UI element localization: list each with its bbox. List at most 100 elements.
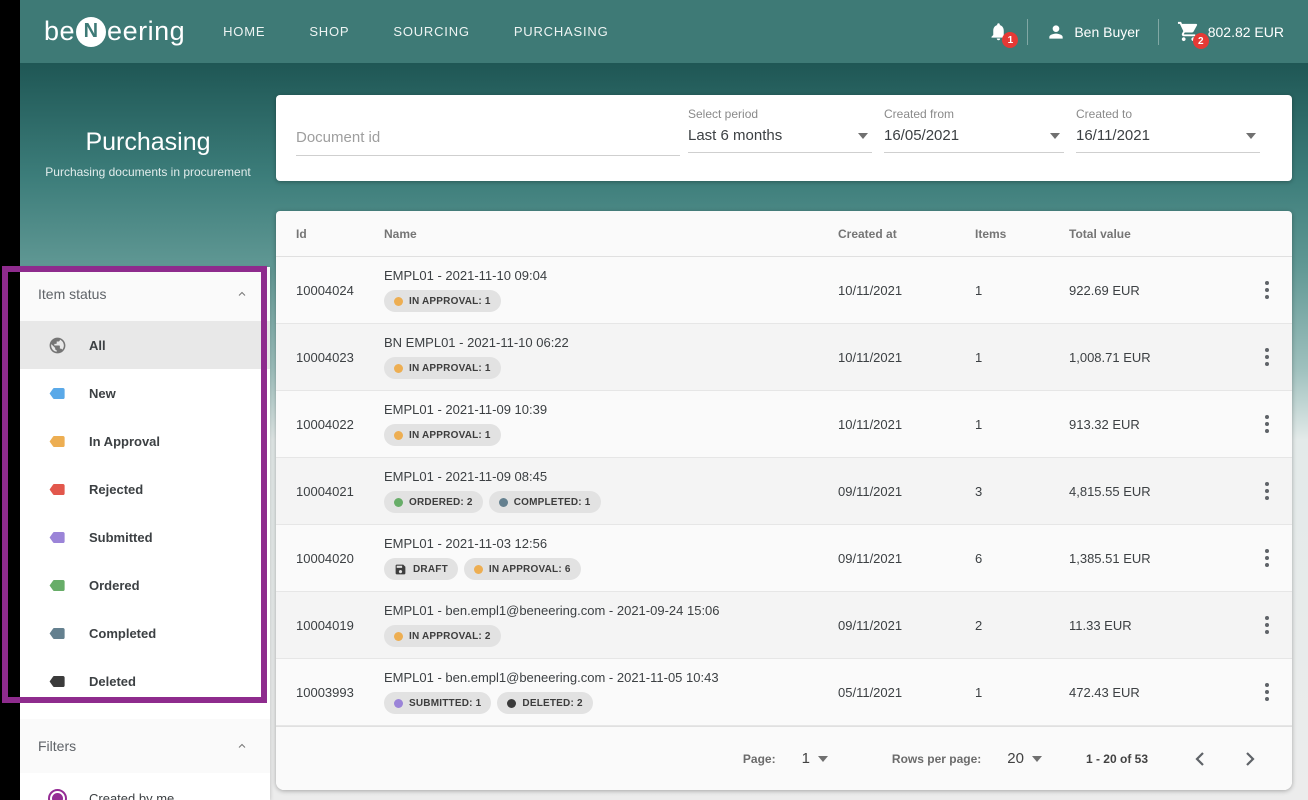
sidebar-item-submitted[interactable]: Submitted: [20, 513, 270, 561]
table-row[interactable]: 10004020 EMPL01 - 2021-11-03 12:56 DRAFT…: [276, 525, 1292, 592]
sidebar-item-new[interactable]: New: [20, 369, 270, 417]
hero: Purchasing Purchasing documents in procu…: [20, 128, 276, 179]
tag-icon: [48, 480, 67, 499]
nav-item-purchasing[interactable]: PURCHASING: [514, 24, 609, 39]
status-chip-label: DELETED: 2: [522, 698, 582, 709]
table-row[interactable]: 10004022 EMPL01 - 2021-11-09 10:39 IN AP…: [276, 391, 1292, 458]
row-total-value: 472.43 EUR: [1069, 685, 1241, 700]
beneering-logo[interactable]: be N eering: [44, 16, 185, 47]
sidebar-item-label: Ordered: [89, 578, 140, 593]
sidebar-item-deleted[interactable]: Deleted: [20, 657, 270, 705]
next-page-button[interactable]: [1238, 747, 1262, 771]
tag-icon: [48, 624, 67, 643]
chevron-up-icon: [236, 288, 248, 300]
sidebar-item-label: New: [89, 386, 116, 401]
page-label: Page:: [743, 752, 776, 766]
row-name: EMPL01 - 2021-11-09 10:39: [384, 402, 828, 417]
row-actions-menu-icon[interactable]: [1259, 677, 1275, 707]
created-to-label: Created to: [1076, 107, 1260, 121]
created-from-select[interactable]: 16/05/2021: [884, 127, 1064, 153]
notifications-button[interactable]: 1: [988, 21, 1009, 42]
document-id-input[interactable]: [296, 125, 680, 156]
table-row[interactable]: 10004019 EMPL01 - ben.empl1@beneering.co…: [276, 592, 1292, 659]
cart-total: 802.82 EUR: [1208, 24, 1284, 40]
row-total-value: 11.33 EUR: [1069, 618, 1241, 633]
nav-item-home[interactable]: HOME: [223, 24, 265, 39]
status-chip-label: DRAFT: [413, 564, 448, 575]
row-created-at: 09/11/2021: [838, 551, 975, 566]
search-filter-card: Select period Last 6 months Created from…: [276, 95, 1292, 181]
column-header-name: Name: [384, 227, 838, 241]
draft-save-icon: [394, 563, 407, 576]
user-menu-button[interactable]: Ben Buyer: [1046, 22, 1139, 42]
row-created-at: 09/11/2021: [838, 484, 975, 499]
status-dot-icon: [394, 632, 403, 641]
row-chips: IN APPROVAL: 1: [384, 290, 828, 312]
created-to-select[interactable]: 16/11/2021: [1076, 127, 1260, 153]
page-select[interactable]: 1: [802, 750, 832, 767]
row-actions-menu-icon[interactable]: [1259, 409, 1275, 439]
logo-suffix: eering: [107, 16, 185, 47]
status-chip: COMPLETED: 1: [489, 491, 601, 513]
tag-icon: [48, 432, 67, 451]
row-chips: IN APPROVAL: 1: [384, 357, 828, 379]
navbar-right: 1 Ben Buyer 2 802.82 EUR: [988, 19, 1308, 45]
status-dot-icon: [394, 699, 403, 708]
table-row[interactable]: 10003993 EMPL01 - ben.empl1@beneering.co…: [276, 659, 1292, 726]
status-dot-icon: [394, 364, 403, 373]
row-actions-menu-icon[interactable]: [1259, 342, 1275, 372]
sidebar-item-label: Submitted: [89, 530, 153, 545]
row-actions-menu-icon[interactable]: [1259, 610, 1275, 640]
sidebar-item-completed[interactable]: Completed: [20, 609, 270, 657]
sidebar-item-ordered[interactable]: Ordered: [20, 561, 270, 609]
status-chip-label: COMPLETED: 1: [514, 497, 591, 508]
row-actions-menu-icon[interactable]: [1259, 476, 1275, 506]
row-total-value: 1,008.71 EUR: [1069, 350, 1241, 365]
status-chip: DRAFT: [384, 558, 458, 580]
row-created-at: 10/11/2021: [838, 417, 975, 432]
status-chip-label: IN APPROVAL: 2: [409, 631, 491, 642]
sidebar-item-in-approval[interactable]: In Approval: [20, 417, 270, 465]
cart-badge: 2: [1193, 33, 1209, 49]
status-chip-label: SUBMITTED: 1: [409, 698, 481, 709]
rows-per-page-select[interactable]: 20: [1007, 750, 1046, 767]
nav-item-sourcing[interactable]: SOURCING: [393, 24, 469, 39]
row-chips: ORDERED: 2 COMPLETED: 1: [384, 491, 828, 513]
tag-icon: [48, 576, 67, 595]
table-row[interactable]: 10004023 BN EMPL01 - 2021-11-10 06:22 IN…: [276, 324, 1292, 391]
sidebar-item-all[interactable]: All: [20, 321, 270, 369]
row-actions-menu-icon[interactable]: [1259, 543, 1275, 573]
nav-divider: [1158, 19, 1159, 45]
table-row[interactable]: 10004024 EMPL01 - 2021-11-10 09:04 IN AP…: [276, 257, 1292, 324]
table-row[interactable]: 10004021 EMPL01 - 2021-11-09 08:45 ORDER…: [276, 458, 1292, 525]
user-icon: [1046, 22, 1066, 42]
sidebar-item-rejected[interactable]: Rejected: [20, 465, 270, 513]
documents-table-card: IdNameCreated atItemsTotal value 1000402…: [276, 211, 1292, 790]
sidebar-item-label: All: [89, 338, 106, 353]
status-dot-icon: [507, 699, 516, 708]
left-black-gutter: [0, 0, 20, 800]
dropdown-arrow-icon: [818, 756, 828, 762]
sidebar-item-label: Completed: [89, 626, 156, 641]
row-items: 1: [975, 685, 1069, 700]
filters-header[interactable]: Filters: [20, 719, 270, 773]
filters-list: Created by me: [20, 773, 270, 800]
period-select[interactable]: Last 6 months: [688, 127, 872, 153]
row-items: 1: [975, 350, 1069, 365]
row-id: 10004020: [296, 551, 384, 566]
filter-option-created-by-me[interactable]: Created by me: [20, 773, 270, 800]
chevron-up-icon: [236, 740, 248, 752]
dropdown-arrow-icon: [1246, 133, 1256, 139]
status-chip: IN APPROVAL: 2: [384, 625, 501, 647]
logo-prefix: be: [44, 16, 75, 47]
row-actions-menu-icon[interactable]: [1259, 275, 1275, 305]
pagination-range: 1 - 20 of 53: [1086, 752, 1148, 766]
previous-page-button[interactable]: [1188, 747, 1212, 771]
item-status-header[interactable]: Item status: [20, 267, 270, 321]
nav-item-shop[interactable]: SHOP: [309, 24, 349, 39]
cart-button[interactable]: 2 802.82 EUR: [1177, 20, 1284, 43]
row-total-value: 4,815.55 EUR: [1069, 484, 1241, 499]
sidebar: Item status All New In Approval Rejected…: [20, 267, 270, 800]
status-chip: IN APPROVAL: 1: [384, 357, 501, 379]
table-body: 10004024 EMPL01 - 2021-11-10 09:04 IN AP…: [276, 257, 1292, 726]
